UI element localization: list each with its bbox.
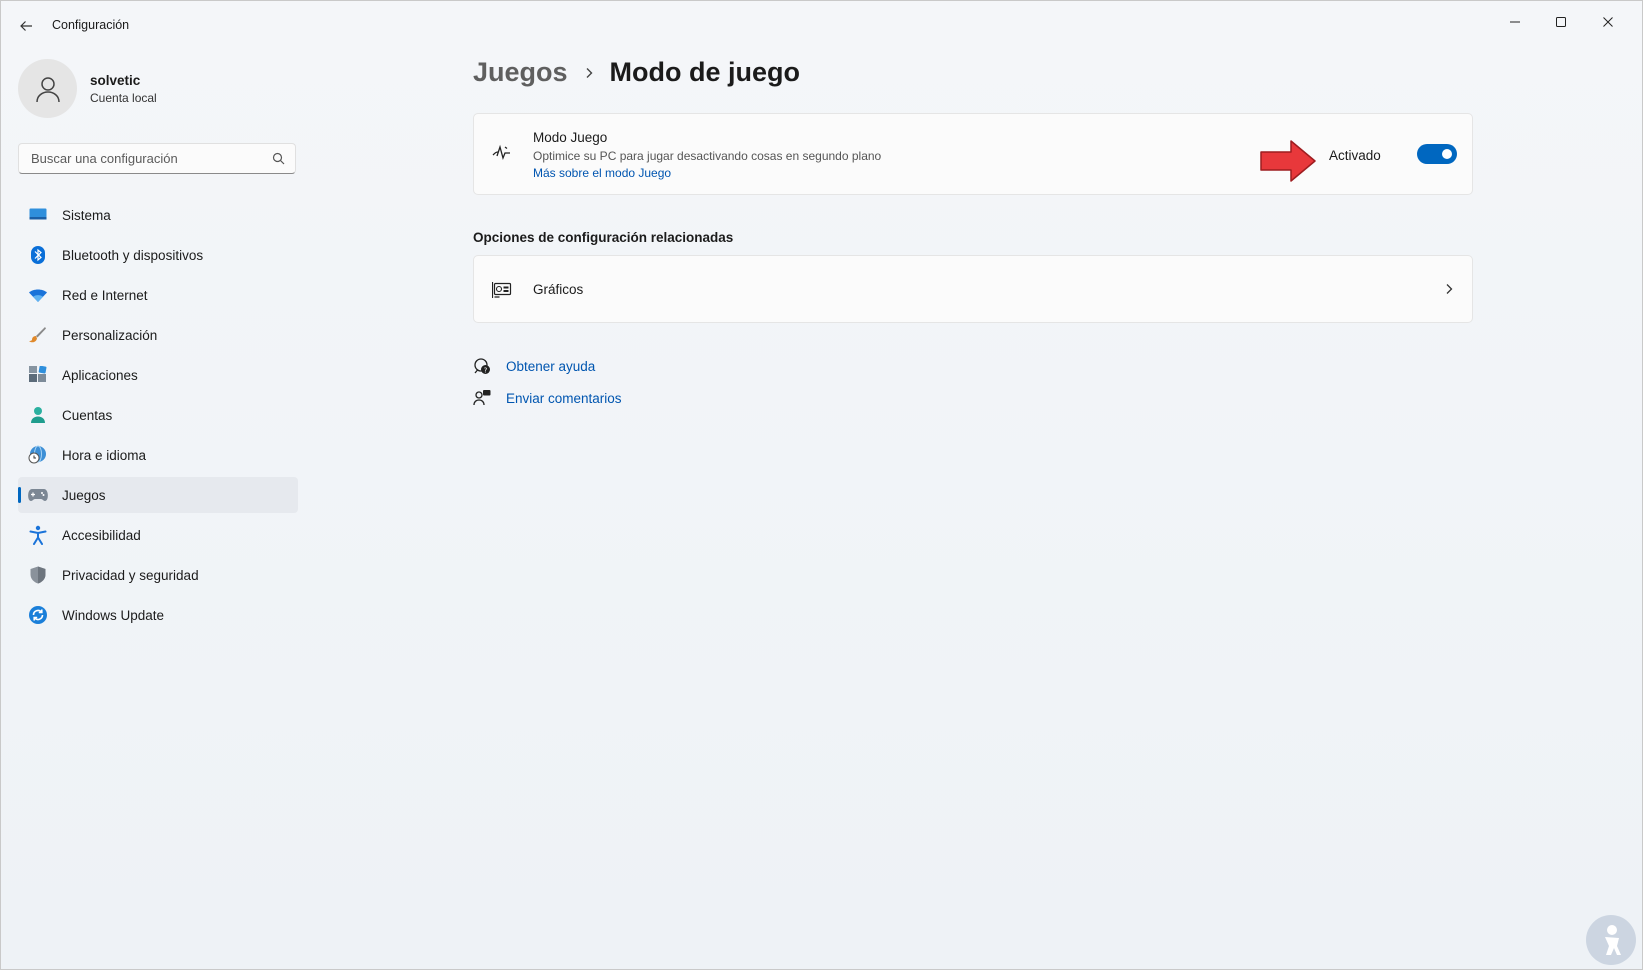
- user-name: solvetic: [90, 72, 141, 88]
- red-arrow-annotation-icon: [1260, 140, 1316, 182]
- account-type: Cuenta local: [90, 90, 157, 105]
- title-bar: Configuración: [1, 1, 1642, 49]
- game-mode-card: Modo Juego Optimice su PC para jugar des…: [473, 113, 1473, 195]
- accessibility-icon: [28, 525, 48, 545]
- update-icon: [28, 605, 48, 625]
- logo-watermark: [1586, 915, 1636, 965]
- gamepad-icon: [28, 485, 48, 505]
- sidebar-item-label: Sistema: [62, 207, 111, 223]
- sidebar-item-label: Bluetooth y dispositivos: [62, 247, 204, 263]
- send-feedback-label: Enviar comentarios: [506, 390, 622, 406]
- chevron-right-icon: [584, 67, 594, 79]
- related-settings-title: Opciones de configuración relacionadas: [473, 230, 734, 245]
- game-mode-title: Modo Juego: [533, 130, 608, 145]
- sidebar-item-personalizacion[interactable]: Personalización: [18, 317, 298, 353]
- search-input[interactable]: [29, 150, 263, 167]
- display-icon: [28, 205, 48, 225]
- apps-icon: [28, 365, 48, 385]
- person-logo-icon: [1605, 925, 1621, 955]
- help-icon: ?: [473, 357, 491, 375]
- wifi-icon: [28, 285, 48, 305]
- get-help-label: Obtener ayuda: [506, 358, 596, 374]
- breadcrumb-parent[interactable]: Juegos: [473, 57, 568, 88]
- back-button[interactable]: [13, 13, 39, 39]
- graphics-card-icon: [492, 282, 512, 298]
- bluetooth-icon: [28, 245, 48, 265]
- sidebar-item-aplicaciones[interactable]: Aplicaciones: [18, 357, 298, 393]
- sidebar-item-label: Windows Update: [62, 607, 165, 623]
- breadcrumb: Juegos Modo de juego: [473, 57, 800, 88]
- brush-icon: [28, 325, 48, 345]
- toggle-knob: [1442, 149, 1452, 159]
- sidebar-item-label: Privacidad y seguridad: [62, 567, 199, 583]
- sidebar-item-red[interactable]: Red e Internet: [18, 277, 298, 313]
- related-item-label: Gráficos: [533, 282, 584, 297]
- sidebar-item-cuentas[interactable]: Cuentas: [18, 397, 298, 433]
- sidebar-item-accesibilidad[interactable]: Accesibilidad: [18, 517, 298, 553]
- back-arrow-icon: [20, 21, 32, 31]
- user-profile[interactable]: solvetic Cuenta local: [18, 59, 157, 118]
- game-mode-description: Optimice su PC para jugar desactivando c…: [533, 149, 882, 163]
- sidebar-nav: Sistema Bluetooth y dispositivos Red e I…: [18, 197, 298, 637]
- sidebar-item-label: Personalización: [62, 327, 158, 343]
- sidebar-item-sistema[interactable]: Sistema: [18, 197, 298, 233]
- shield-icon: [28, 565, 48, 585]
- app-title: Configuración: [52, 18, 130, 32]
- sidebar-item-label: Red e Internet: [62, 287, 148, 303]
- sidebar-item-bluetooth[interactable]: Bluetooth y dispositivos: [18, 237, 298, 273]
- close-icon: [1603, 17, 1613, 27]
- svg-text:?: ?: [484, 366, 488, 374]
- sidebar-item-windows-update[interactable]: Windows Update: [18, 597, 298, 633]
- user-avatar-icon: [35, 76, 60, 102]
- close-button[interactable]: [1586, 7, 1630, 37]
- sidebar-item-hora[interactable]: Hora e idioma: [18, 437, 298, 473]
- sidebar-item-label: Cuentas: [62, 407, 113, 423]
- search-box[interactable]: [18, 143, 296, 174]
- minimize-icon: [1510, 21, 1520, 23]
- get-help-link[interactable]: ? Obtener ayuda: [473, 357, 595, 375]
- sidebar-item-label: Aplicaciones: [62, 367, 138, 383]
- settings-window: Configuración solvetic Cuenta local Busc…: [0, 0, 1643, 970]
- avatar: [18, 59, 77, 118]
- globe-clock-icon: [28, 445, 48, 465]
- related-item-graficos[interactable]: Gráficos: [473, 255, 1473, 323]
- game-mode-toggle[interactable]: [1417, 144, 1457, 164]
- chevron-right-icon: [1446, 284, 1453, 294]
- send-feedback-link[interactable]: Enviar comentarios: [473, 389, 622, 407]
- search-icon: [272, 152, 285, 165]
- person-icon: [28, 405, 48, 425]
- minimize-button[interactable]: [1493, 7, 1537, 37]
- sidebar-item-label: Hora e idioma: [62, 447, 147, 463]
- sidebar-item-label: Juegos: [62, 487, 106, 503]
- game-mode-state-label: Activado: [1329, 148, 1381, 163]
- sidebar-item-privacidad[interactable]: Privacidad y seguridad: [18, 557, 298, 593]
- sidebar: solvetic Cuenta local Sistema Bluetooth …: [1, 49, 301, 969]
- maximize-icon: [1556, 17, 1566, 27]
- sidebar-item-juegos[interactable]: Juegos: [18, 477, 298, 513]
- sidebar-item-label: Accesibilidad: [62, 527, 141, 543]
- feedback-icon: [473, 389, 491, 407]
- game-mode-icon: [492, 144, 510, 161]
- page-title: Modo de juego: [609, 57, 801, 87]
- game-mode-learn-more-link[interactable]: Más sobre el modo Juego: [533, 166, 671, 180]
- maximize-button[interactable]: [1539, 7, 1583, 37]
